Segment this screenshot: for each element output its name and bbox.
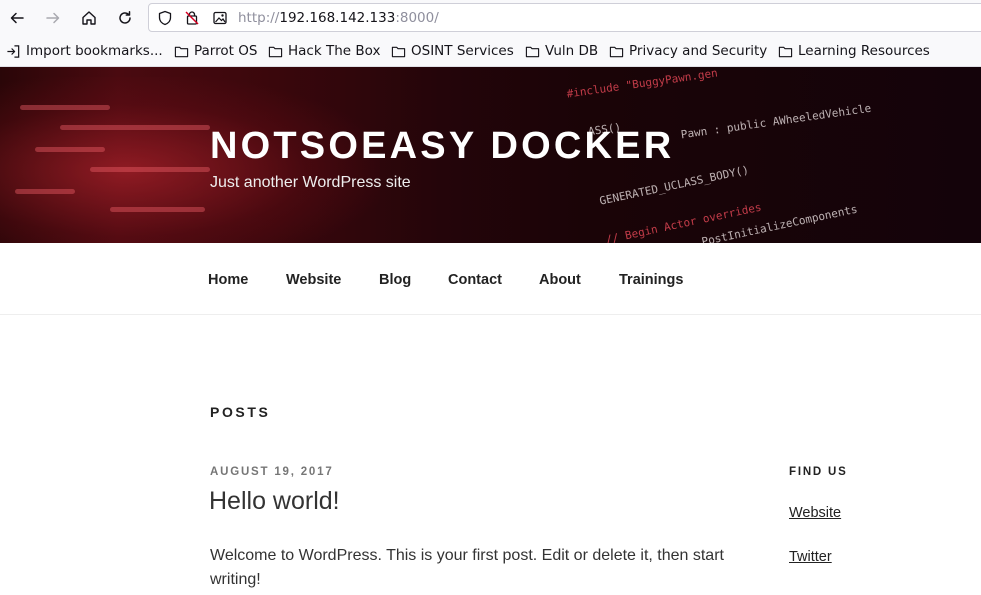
bookmark-label: Vuln DB	[545, 43, 599, 59]
bookmark-folder-vuln-db[interactable]: Vuln DB	[525, 42, 598, 60]
sidebar-link-website[interactable]: Website	[789, 505, 841, 521]
site-description: Just another WordPress site	[210, 174, 411, 191]
folder-icon	[174, 46, 189, 57]
nav-about[interactable]: About	[539, 272, 581, 288]
header-code-line	[35, 147, 105, 152]
folder-icon	[609, 46, 624, 57]
forward-icon[interactable]	[41, 6, 65, 30]
header-code-text: GENERATED_UCLASS_BODY()	[598, 163, 751, 208]
bookmark-label: Parrot OS	[194, 43, 258, 59]
back-icon[interactable]	[5, 6, 29, 30]
folder-icon	[391, 46, 406, 57]
import-icon	[7, 44, 20, 58]
bookmark-label: Learning Resources	[798, 43, 930, 59]
post-title[interactable]: Hello world!	[209, 487, 340, 516]
bookmark-label: Import bookmarks...	[26, 43, 163, 59]
header-code-text: #include "BuggyPawn.gen	[565, 67, 719, 101]
site-header: #include "BuggyPawn.gen Pawn : public AW…	[0, 67, 981, 243]
section-title-posts: POSTS	[210, 404, 271, 420]
bookmark-folder-parrot-os[interactable]: Parrot OS	[174, 42, 257, 60]
folder-icon	[778, 46, 793, 57]
url-port: :8000/	[395, 10, 439, 26]
bookmark-folder-osint-services[interactable]: OSINT Services	[391, 42, 514, 60]
shield-icon[interactable]	[157, 10, 173, 26]
no-tracking-icon[interactable]	[184, 10, 200, 26]
bookmark-label: Privacy and Security	[629, 43, 768, 59]
main-navigation: Home Website Blog Contact About Training…	[0, 243, 981, 315]
nav-home[interactable]: Home	[208, 272, 248, 288]
home-icon[interactable]	[77, 6, 101, 30]
bookmark-folder-privacy-security[interactable]: Privacy and Security	[609, 42, 767, 60]
nav-contact[interactable]: Contact	[448, 272, 502, 288]
nav-website[interactable]: Website	[286, 272, 341, 288]
header-code-line	[15, 189, 75, 194]
site-title[interactable]: NOTSOEASY DOCKER	[210, 125, 674, 168]
widget-title-find-us: FIND US	[789, 466, 848, 478]
post-date[interactable]: AUGUST 19, 2017	[210, 466, 334, 478]
bookmark-label: Hack The Box	[288, 43, 381, 59]
browser-toolbar: http://192.168.142.133:8000/	[0, 0, 981, 35]
bookmarks-bar: Import bookmarks... Parrot OS Hack The B…	[0, 35, 981, 67]
nav-trainings[interactable]: Trainings	[619, 272, 683, 288]
post-excerpt: Welcome to WordPress. This is your first…	[210, 547, 724, 588]
url-text[interactable]: http://192.168.142.133:8000/	[238, 10, 439, 26]
header-code-line	[90, 167, 210, 172]
folder-icon	[525, 46, 540, 57]
sidebar-link-twitter[interactable]: Twitter	[789, 549, 832, 565]
folder-icon	[268, 46, 283, 57]
header-code-line	[60, 125, 210, 130]
header-code-line	[110, 207, 205, 212]
image-permission-icon[interactable]	[212, 10, 228, 26]
bookmark-folder-hack-the-box[interactable]: Hack The Box	[268, 42, 380, 60]
bookmark-folder-learning-resources[interactable]: Learning Resources	[778, 42, 930, 60]
url-host: 192.168.142.133	[279, 10, 396, 26]
reload-icon[interactable]	[113, 6, 137, 30]
url-bar[interactable]: http://192.168.142.133:8000/	[148, 3, 981, 32]
header-code-text: Pawn : public AWheeledVehicle	[680, 101, 873, 142]
url-protocol: http://	[238, 10, 280, 26]
bookmark-label: OSINT Services	[411, 43, 514, 59]
bookmark-import[interactable]: Import bookmarks...	[6, 42, 163, 60]
header-code-line	[20, 105, 110, 110]
nav-blog[interactable]: Blog	[379, 272, 411, 288]
